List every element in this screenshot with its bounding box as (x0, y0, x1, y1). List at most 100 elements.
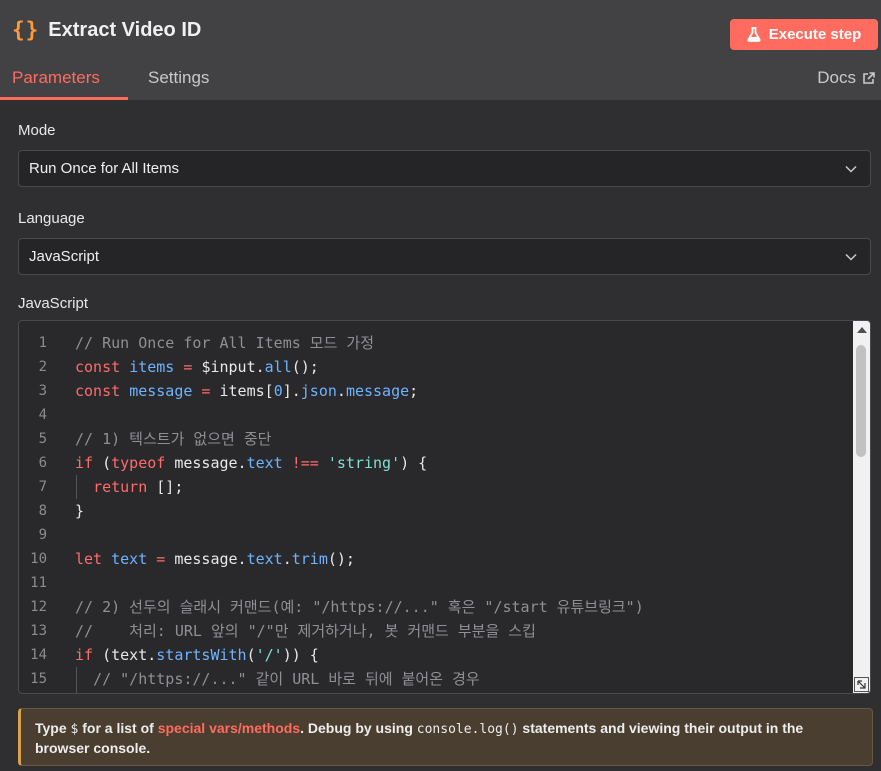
code-token: . (336, 382, 346, 400)
code-line[interactable] (75, 571, 851, 595)
line-number: 3 (38, 383, 47, 399)
code-token: message. (174, 550, 247, 568)
hint-callout: Type $ for a list of special vars/method… (18, 708, 873, 766)
code-token: if (75, 646, 103, 664)
code-line[interactable] (75, 523, 851, 547)
code-token: ]. (282, 382, 301, 400)
node-title[interactable]: Extract Video ID (48, 19, 201, 42)
hint-code: console.log() (416, 722, 519, 737)
code-token: 'string' (327, 454, 401, 472)
language-select[interactable]: JavaScript (18, 238, 871, 275)
code-token: text (246, 550, 283, 568)
code-token: let (75, 550, 112, 568)
code-token: json (300, 382, 337, 400)
code-token: // "/https://..." 같이 URL 바로 뒤에 붙어온 경우 (93, 670, 480, 688)
code-line[interactable]: let text = message.text.trim(); (75, 547, 851, 571)
scrollbar-thumb[interactable] (856, 345, 866, 457)
code-token: } (75, 502, 85, 520)
line-number: 5 (38, 431, 47, 447)
line-number: 11 (30, 575, 47, 591)
code-token: trim (291, 550, 328, 568)
line-number-gutter: 1 2 3 4 5 6 7 8 9 10 11 12 13 14 15 (19, 321, 59, 691)
language-label: Language (18, 210, 85, 227)
line-number: 8 (38, 503, 47, 519)
chevron-down-icon (845, 253, 857, 261)
code-token: text (111, 550, 148, 568)
code-token: message (129, 382, 193, 400)
indent-guide (76, 667, 77, 693)
tab-settings[interactable]: Settings (148, 68, 209, 88)
scroll-up-arrow-icon[interactable] (857, 327, 867, 333)
line-number: 7 (38, 479, 47, 495)
editor-scrollbar[interactable] (853, 321, 870, 693)
chevron-down-icon (845, 165, 857, 173)
code-line[interactable]: const message = items[0].json.message; (75, 379, 851, 403)
code-token: (); (327, 550, 355, 568)
code-line[interactable]: return []; (75, 475, 851, 499)
code-token: ; (409, 382, 419, 400)
external-link-icon (863, 71, 875, 84)
code-token: ( (246, 646, 256, 664)
code-line[interactable]: const items = $input.all(); (75, 355, 851, 379)
code-token: const (75, 358, 130, 376)
braces-icon: {} (12, 18, 40, 42)
language-value: JavaScript (29, 248, 100, 265)
code-token: )) { (282, 646, 319, 664)
code-token: if (75, 454, 103, 472)
line-number: 1 (38, 335, 47, 351)
execute-step-label: Execute step (768, 26, 862, 43)
code-content[interactable]: // Run Once for All Items 모드 가정 const ite… (75, 321, 851, 691)
code-token: text (246, 454, 283, 472)
code-token: items[ (219, 382, 274, 400)
code-line[interactable]: // 처리: URL 앞의 "/"만 제거하거나, 봇 커맨드 부분을 스킵 (75, 619, 851, 643)
mode-select[interactable]: Run Once for All Items (18, 150, 871, 187)
resize-handle-icon[interactable] (854, 677, 869, 692)
code-token: items (129, 358, 175, 376)
code-token: typeof (111, 454, 175, 472)
special-vars-link[interactable]: special vars/methods (158, 720, 300, 736)
code-editor[interactable]: 1 2 3 4 5 6 7 8 9 10 11 12 13 14 15 // Run Once for Al… (18, 320, 871, 694)
code-line[interactable]: // Run Once for All Items 모드 가정 (75, 331, 851, 355)
line-number: 15 (30, 671, 47, 687)
code-token: (); (291, 358, 319, 376)
line-number: 9 (38, 527, 47, 543)
code-line[interactable]: } (75, 499, 851, 523)
code-line[interactable]: if (text.startsWith('/')) { (75, 643, 851, 667)
docs-link[interactable]: Docs (817, 68, 875, 88)
code-token: ( (102, 454, 112, 472)
code-line[interactable]: // 1) 텍스트가 없으면 중단 (75, 427, 851, 451)
code-token: startsWith (156, 646, 247, 664)
active-tab-indicator (0, 97, 128, 100)
line-number: 4 (38, 407, 47, 423)
tab-parameters[interactable]: Parameters (12, 68, 100, 88)
title-row: {} Extract Video ID (12, 18, 201, 42)
execute-step-button[interactable]: Execute step (730, 19, 878, 50)
mode-value: Run Once for All Items (29, 160, 180, 177)
tab-bar: Parameters Settings Docs (0, 64, 881, 100)
code-token: . (282, 550, 292, 568)
code-line[interactable]: // "/https://..." 같이 URL 바로 뒤에 붙어온 경우 (75, 667, 851, 691)
code-token: = (147, 550, 175, 568)
line-number: 14 (30, 647, 47, 663)
code-line[interactable] (75, 403, 851, 427)
code-token: $input. (201, 358, 265, 376)
code-token: // 처리: URL 앞의 "/"만 제거하거나, 봇 커맨드 부분을 스킵 (75, 622, 536, 640)
code-token: = (192, 382, 220, 400)
code-line[interactable]: // 2) 선두의 슬래시 커맨드(예: "/https://..." 혹은 "… (75, 595, 851, 619)
code-token: message (345, 382, 410, 400)
docs-label: Docs (817, 68, 856, 87)
code-token: return (93, 478, 157, 496)
code-token: 0 (273, 382, 283, 400)
indent-guide (76, 475, 77, 499)
code-token: // 2) 선두의 슬래시 커맨드(예: "/https://..." 혹은 "… (75, 598, 644, 616)
line-number: 13 (30, 623, 47, 639)
line-number: 6 (38, 455, 47, 471)
code-editor-label: JavaScript (18, 295, 89, 312)
code-token: []; (156, 478, 184, 496)
hint-mid: for a list of (78, 720, 158, 736)
line-number: 12 (30, 599, 47, 615)
code-line[interactable]: if (typeof message.text !== 'string') { (75, 451, 851, 475)
code-token: // Run Once for All Items 모드 가정 (75, 334, 375, 352)
